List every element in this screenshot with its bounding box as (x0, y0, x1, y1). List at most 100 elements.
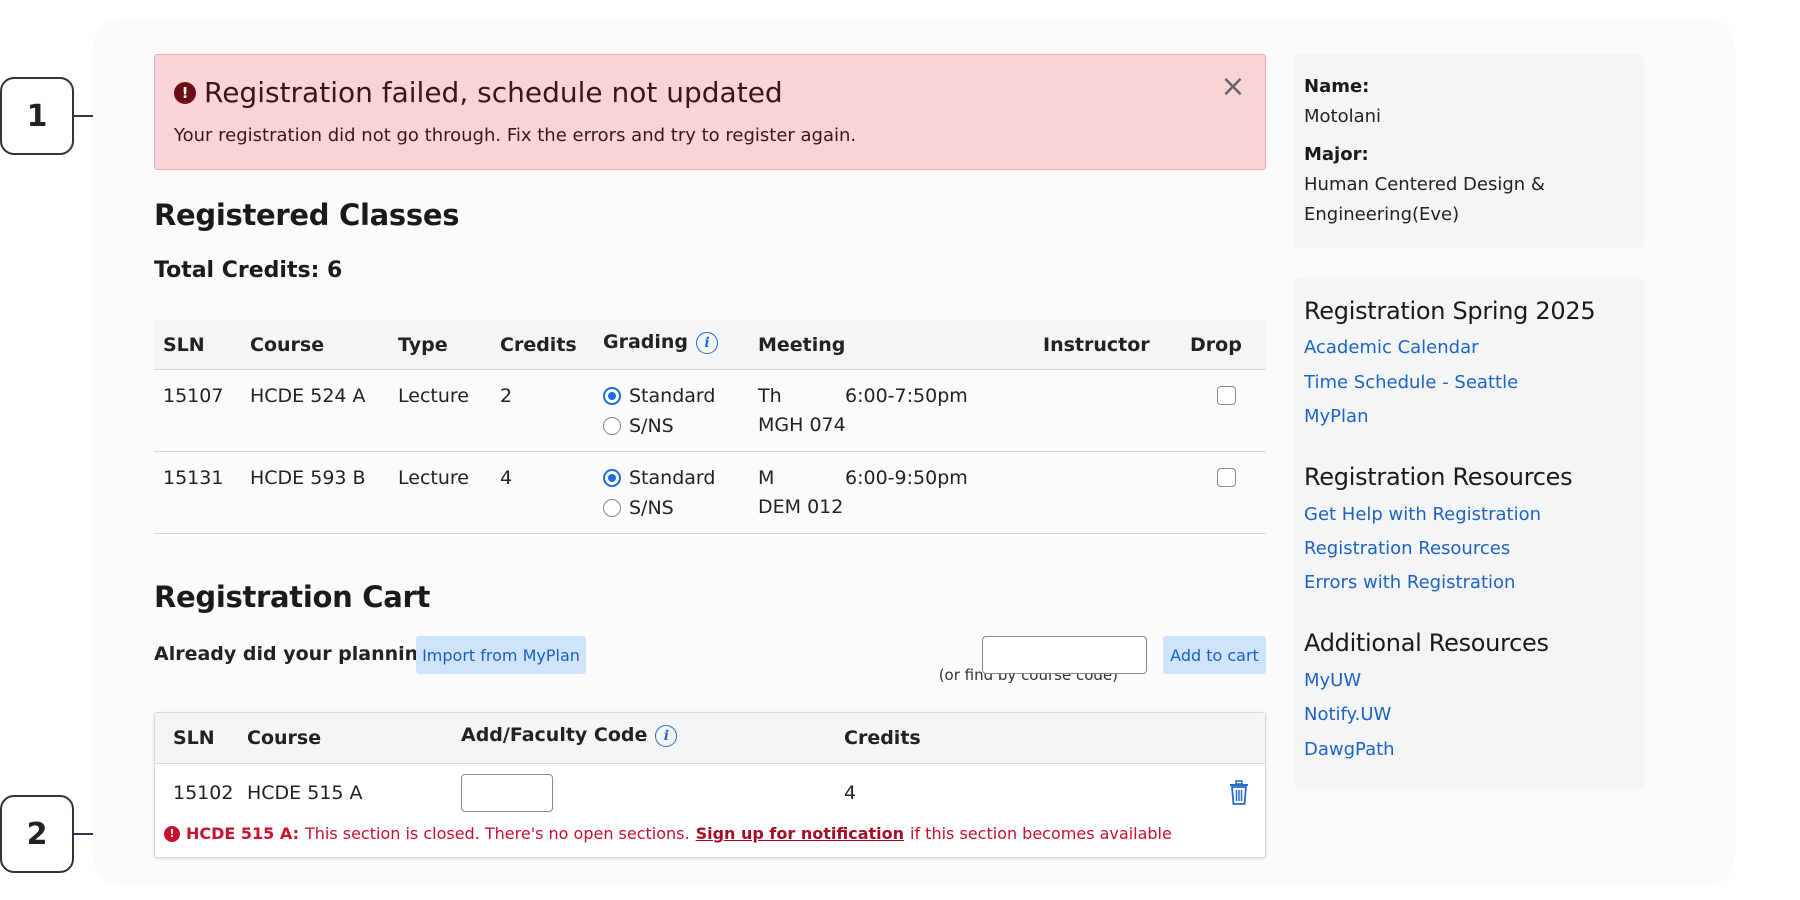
section-heading: Additional Resources (1304, 629, 1549, 657)
row-type: Lecture (398, 467, 469, 489)
registered-classes-heading: Registered Classes (154, 198, 460, 232)
major-label: Major: (1304, 144, 1369, 165)
error-text: This section is closed. There's no open … (304, 824, 690, 843)
registration-cart-table: SLN Course Add/Faculty Code i Credits 151… (154, 712, 1266, 858)
registered-classes-table: SLN Course Type Credits Grading i Meeting… (154, 320, 1266, 534)
link-dawgpath[interactable]: DawgPath (1304, 739, 1395, 760)
name-label: Name: (1304, 76, 1370, 97)
radio-unselected[interactable] (603, 417, 621, 435)
registration-cart-heading: Registration Cart (154, 580, 431, 614)
table-header: SLN Course Type Credits Grading i Meeting… (154, 320, 1266, 370)
grading-sns-option[interactable]: S/NS (603, 411, 715, 441)
row-credits: 4 (500, 467, 513, 489)
add-code-input[interactable] (461, 774, 553, 812)
meeting-time: 6:00-7:50pm (845, 385, 968, 407)
grading-sns-label: S/NS (629, 497, 674, 519)
radio-selected[interactable] (603, 387, 621, 405)
column-header-grading: Grading i (603, 331, 719, 354)
info-icon[interactable]: i (696, 331, 719, 354)
sign-up-notification-link[interactable]: Sign up for notification (696, 824, 904, 843)
import-from-myplan-button[interactable]: Import from MyPlan (416, 636, 586, 674)
row-credits: 2 (500, 385, 513, 407)
column-header-add-code: Add/Faculty Code i (461, 724, 678, 747)
link-notify-uw[interactable]: Notify.UW (1304, 704, 1391, 725)
drop-checkbox[interactable] (1217, 468, 1236, 487)
table-row: 15107 HCDE 524 A Lecture 2 Standard S/NS… (154, 370, 1266, 452)
meeting-day: Th (758, 385, 782, 407)
column-header-credits: Credits (844, 727, 921, 749)
info-icon[interactable]: i (655, 724, 678, 747)
row-course: HCDE 593 B (250, 467, 366, 489)
row-course: HCDE 515 A (247, 782, 363, 804)
column-header-sln: SLN (163, 334, 205, 356)
table-header: SLN Course Add/Faculty Code i Credits (155, 713, 1265, 764)
link-time-schedule[interactable]: Time Schedule - Seattle (1304, 372, 1518, 393)
add-code-label: Add/Faculty Code (461, 724, 648, 746)
annotation-marker-2: 2 (0, 795, 74, 873)
student-info-panel: Name: Motolani Major: Human Centered Des… (1294, 54, 1644, 248)
alert-message: Your registration did not go through. Fi… (174, 125, 857, 146)
grading-sns-label: S/NS (629, 415, 674, 437)
row-sln: 15107 (163, 385, 224, 407)
grading-options: Standard S/NS (603, 463, 715, 523)
row-sln: 15131 (163, 467, 224, 489)
grading-standard-label: Standard (629, 467, 716, 489)
row-course: HCDE 524 A (250, 385, 366, 407)
grading-label: Grading (603, 331, 689, 353)
link-registration-resources[interactable]: Registration Resources (1304, 538, 1510, 559)
radio-selected[interactable] (603, 469, 621, 487)
meeting-day: M (758, 467, 775, 489)
grading-standard-label: Standard (629, 385, 716, 407)
error-alert: ! Registration failed, schedule not upda… (154, 54, 1266, 170)
error-tail: if this section becomes available (910, 824, 1172, 843)
close-icon[interactable]: × (1219, 72, 1247, 102)
column-header-course: Course (250, 334, 325, 356)
radio-unselected[interactable] (603, 499, 621, 517)
annotation-label: 1 (26, 98, 48, 134)
drop-checkbox[interactable] (1217, 386, 1236, 405)
grading-standard-option[interactable]: Standard (603, 463, 715, 493)
meeting-room: DEM 012 (758, 496, 844, 518)
section-heading: Registration Resources (1304, 463, 1573, 491)
alert-title: ! Registration failed, schedule not upda… (174, 76, 783, 109)
column-header-instructor: Instructor (1043, 334, 1150, 356)
link-myuw[interactable]: MyUW (1304, 670, 1361, 691)
row-credits: 4 (844, 782, 857, 804)
planning-label: Already did your planning? (154, 643, 443, 665)
grading-options: Standard S/NS (603, 381, 715, 441)
column-header-drop: Drop (1190, 334, 1242, 356)
meeting-room: MGH 074 (758, 414, 846, 436)
link-errors-with-registration[interactable]: Errors with Registration (1304, 572, 1515, 593)
alert-error-icon: ! (174, 81, 196, 104)
error-course: HCDE 515 A: (186, 824, 299, 843)
annotation-label: 2 (26, 816, 48, 852)
add-to-cart-button[interactable]: Add to cart (1163, 636, 1266, 674)
cart-error-message: ! HCDE 515 A: This section is closed. Th… (164, 824, 1172, 843)
column-header-meeting: Meeting (758, 334, 846, 356)
major-value: Human Centered Design & (1304, 174, 1545, 195)
link-get-help[interactable]: Get Help with Registration (1304, 504, 1541, 525)
meeting-time: 6:00-9:50pm (845, 467, 968, 489)
total-credits: Total Credits: 6 (154, 258, 343, 283)
section-heading: Registration Spring 2025 (1304, 297, 1596, 325)
table-row: 15102 HCDE 515 A 4 ! HCDE 515 A: This se… (155, 764, 1265, 858)
alert-title-text: Registration failed, schedule not update… (204, 76, 783, 109)
row-sln: 15102 (173, 782, 234, 804)
annotation-marker-1: 1 (0, 77, 74, 155)
error-icon: ! (164, 825, 180, 842)
column-header-course: Course (247, 727, 322, 749)
sln-input[interactable] (982, 636, 1147, 674)
column-header-credits: Credits (500, 334, 577, 356)
grading-standard-option[interactable]: Standard (603, 381, 715, 411)
link-academic-calendar[interactable]: Academic Calendar (1304, 337, 1479, 358)
link-myplan[interactable]: MyPlan (1304, 406, 1368, 427)
resources-panel: Registration Spring 2025 Academic Calend… (1294, 277, 1644, 789)
name-value: Motolani (1304, 106, 1382, 127)
column-header-sln: SLN (173, 727, 215, 749)
column-header-type: Type (398, 334, 448, 356)
trash-icon[interactable] (1228, 780, 1250, 806)
table-row: 15131 HCDE 593 B Lecture 4 Standard S/NS… (154, 452, 1266, 534)
grading-sns-option[interactable]: S/NS (603, 493, 715, 523)
major-value-continued: Engineering(Eve) (1304, 204, 1460, 225)
row-type: Lecture (398, 385, 469, 407)
